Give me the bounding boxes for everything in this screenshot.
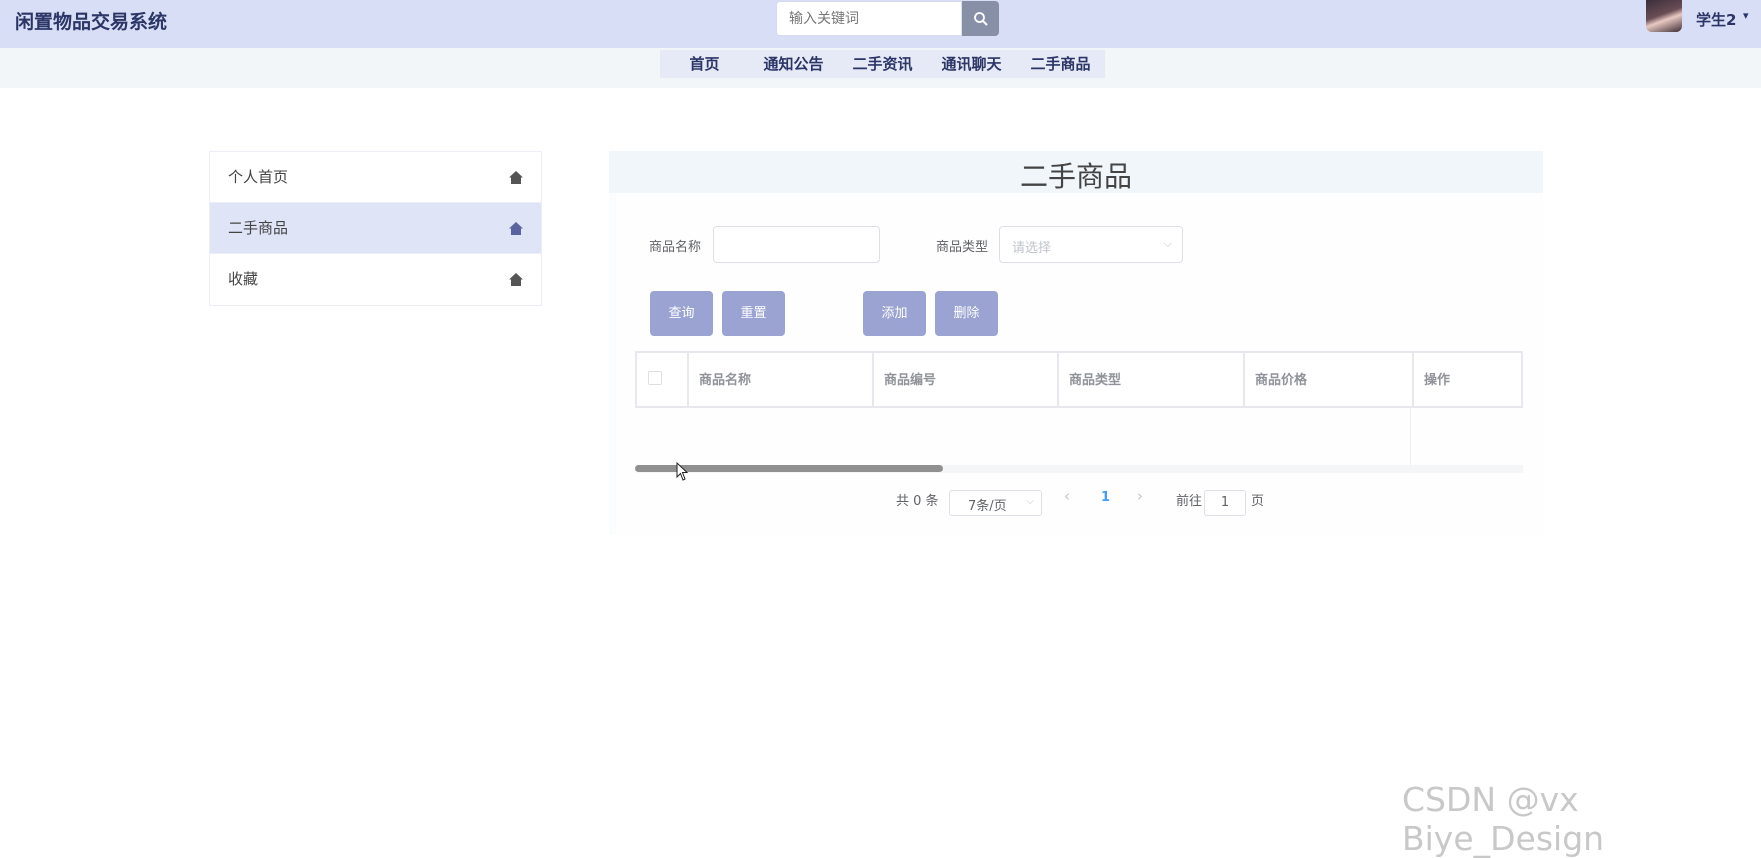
mouse-cursor-icon bbox=[676, 462, 689, 481]
goto-suffix: 页 bbox=[1251, 494, 1265, 509]
sidebar: 个人首页 二手商品 收藏 bbox=[209, 151, 542, 306]
chevron-down-icon: ⌵ bbox=[1026, 496, 1034, 507]
page-size-select[interactable]: 7条/页 ⌵ bbox=[949, 490, 1042, 516]
next-page-icon[interactable]: › bbox=[1137, 487, 1143, 505]
watermark: CSDN @vx Biye_Design bbox=[1402, 780, 1605, 858]
chevron-down-icon[interactable]: ▾ bbox=[1743, 9, 1749, 22]
avatar[interactable] bbox=[1646, 0, 1682, 32]
content-panel: 二手商品 bbox=[609, 151, 1543, 535]
main-nav: 首页 通知公告 二手资讯 通讯聊天 二手商品 bbox=[0, 48, 1761, 88]
column-header-price: 商品价格 bbox=[1245, 353, 1414, 408]
select-all-checkbox[interactable] bbox=[648, 371, 662, 385]
reset-button[interactable]: 重置 bbox=[722, 291, 785, 336]
goto-page-input[interactable]: 1 bbox=[1204, 490, 1246, 516]
goods-table: 商品名称 商品编号 商品类型 商品价格 操作 bbox=[635, 351, 1523, 408]
goods-type-select[interactable]: 请选择 ⌵ bbox=[999, 226, 1183, 263]
add-button[interactable]: 添加 bbox=[863, 291, 926, 336]
prev-page-icon[interactable]: ‹ bbox=[1064, 487, 1070, 505]
delete-button[interactable]: 删除 bbox=[935, 291, 998, 336]
goto-label: 前往 bbox=[1176, 494, 1203, 509]
home-icon bbox=[509, 222, 523, 235]
goods-type-placeholder: 请选择 bbox=[1012, 241, 1052, 256]
search-box bbox=[776, 1, 966, 36]
top-header: 闲置物品交易系统 学生2 ▾ bbox=[0, 0, 1761, 48]
chevron-down-icon: ⌵ bbox=[1163, 237, 1172, 250]
nav-item-home[interactable]: 首页 bbox=[660, 50, 749, 78]
current-page-number[interactable]: 1 bbox=[1101, 490, 1110, 505]
select-all-column bbox=[637, 353, 689, 408]
query-button[interactable]: 查询 bbox=[650, 291, 713, 336]
search-icon bbox=[973, 11, 988, 26]
panel-header: 二手商品 bbox=[609, 151, 1543, 193]
nav-menu: 首页 通知公告 二手资讯 通讯聊天 二手商品 bbox=[660, 50, 1105, 78]
nav-item-notices[interactable]: 通知公告 bbox=[749, 50, 838, 78]
goods-type-label: 商品类型 bbox=[936, 240, 989, 255]
sidebar-item-goods[interactable]: 二手商品 bbox=[210, 203, 541, 254]
sidebar-item-label: 二手商品 bbox=[228, 219, 289, 237]
home-icon bbox=[509, 171, 523, 184]
nav-item-chat[interactable]: 通讯聊天 bbox=[927, 50, 1016, 78]
user-name[interactable]: 学生2 bbox=[1696, 9, 1736, 30]
sidebar-item-profile[interactable]: 个人首页 bbox=[210, 152, 541, 203]
total-count: 共 0 条 bbox=[896, 494, 939, 509]
sidebar-item-label: 个人首页 bbox=[228, 168, 289, 186]
column-header-type: 商品类型 bbox=[1059, 353, 1245, 408]
sidebar-item-favorites[interactable]: 收藏 bbox=[210, 254, 541, 305]
search-input[interactable] bbox=[776, 1, 961, 36]
nav-item-news[interactable]: 二手资讯 bbox=[838, 50, 927, 78]
fixed-column-divider bbox=[1410, 408, 1411, 472]
goods-name-label: 商品名称 bbox=[649, 240, 702, 255]
nav-item-goods[interactable]: 二手商品 bbox=[1016, 50, 1105, 78]
search-button[interactable] bbox=[962, 1, 999, 36]
page-size-value: 7条/页 bbox=[968, 499, 1007, 514]
column-header-code: 商品编号 bbox=[874, 353, 1059, 408]
column-header-name: 商品名称 bbox=[689, 353, 874, 408]
home-icon bbox=[509, 273, 523, 286]
column-header-actions: 操作 bbox=[1424, 373, 1451, 388]
page-title: 二手商品 bbox=[1019, 160, 1132, 193]
sidebar-item-label: 收藏 bbox=[228, 270, 259, 288]
app-title: 闲置物品交易系统 bbox=[15, 11, 168, 33]
goods-name-input[interactable] bbox=[713, 226, 880, 263]
